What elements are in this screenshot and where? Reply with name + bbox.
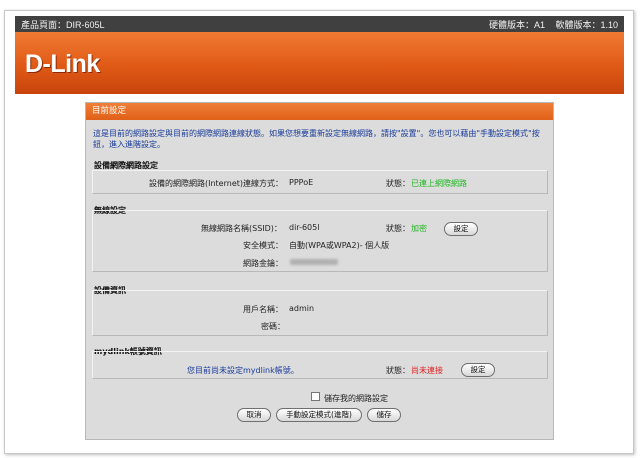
username-label: 用戶名稱： (243, 305, 283, 314)
password-label: 密碼： (261, 322, 285, 331)
wireless-setup-button[interactable]: 設定 (444, 222, 478, 236)
wireless-status-label: 狀態： (386, 224, 410, 233)
security-mode-label: 安全模式： (243, 241, 283, 250)
firmware-version: 軟體版本：1.10 (555, 19, 618, 30)
wan-section: 設備的網際網路(Internet)連線方式： PPPoE 狀態： 已連上網際網路 (92, 170, 548, 194)
mydlink-section: 您目前尚未設定mydlink帳號。 狀態： 尚未連接 設定 (92, 351, 548, 379)
product-page-label: 產品頁面：DIR-605L (21, 19, 105, 30)
mydlink-message: 您目前尚未設定mydlink帳號。 (187, 366, 299, 375)
wan-status-label: 狀態： (386, 179, 410, 188)
current-settings-panel: 目前設定 這是目前的網路設定與目前的網際網路連線狀態。如果您想要重新設定無線網路… (85, 102, 554, 440)
network-key-value-redacted (290, 259, 338, 265)
save-network-label: 儲存我的網路設定 (324, 394, 388, 403)
connection-type-label: 設備的網際網路(Internet)連線方式： (149, 179, 284, 188)
wan-status-value: 已連上網際網路 (411, 179, 467, 188)
device-section: 用戶名稱： admin 密碼： (92, 290, 548, 336)
mydlink-status-value: 尚未連接 (411, 366, 443, 375)
mydlink-setup-button[interactable]: 設定 (461, 363, 495, 377)
mydlink-status-label: 狀態： (386, 366, 410, 375)
ssid-value: dir-605l (289, 223, 320, 232)
hardware-version: 硬體版本：A1 (488, 19, 545, 30)
version-info: 硬體版本：A1 軟體版本：1.10 (481, 18, 618, 31)
save-button[interactable]: 儲存 (367, 408, 401, 422)
connection-type-value: PPPoE (289, 178, 314, 187)
panel-description: 這是目前的網路設定與目前的網際網路連線狀態。如果您想要重新設定無線網路，請按"設… (93, 129, 540, 149)
manual-setup-button[interactable]: 手動設定模式(進階) (276, 408, 362, 422)
wireless-status-value: 加密 (411, 224, 427, 233)
header-banner: D-Link (15, 32, 624, 94)
top-info-bar: 產品頁面：DIR-605L 硬體版本：A1 軟體版本：1.10 (15, 16, 624, 32)
cancel-button[interactable]: 取消 (237, 408, 271, 422)
ssid-label: 無線網路名稱(SSID)： (201, 224, 282, 233)
username-value: admin (289, 304, 315, 313)
dlink-logo: D-Link (25, 50, 100, 78)
save-network-checkbox[interactable] (311, 392, 320, 401)
security-mode-value: 自動(WPA或WPA2)- 個人版 (289, 241, 390, 250)
panel-title: 目前設定 (86, 103, 553, 120)
wireless-section: 無線網路名稱(SSID)： dir-605l 狀態： 加密 設定 安全模式： 自… (92, 210, 548, 272)
network-key-label: 網路金鑰： (243, 259, 283, 268)
